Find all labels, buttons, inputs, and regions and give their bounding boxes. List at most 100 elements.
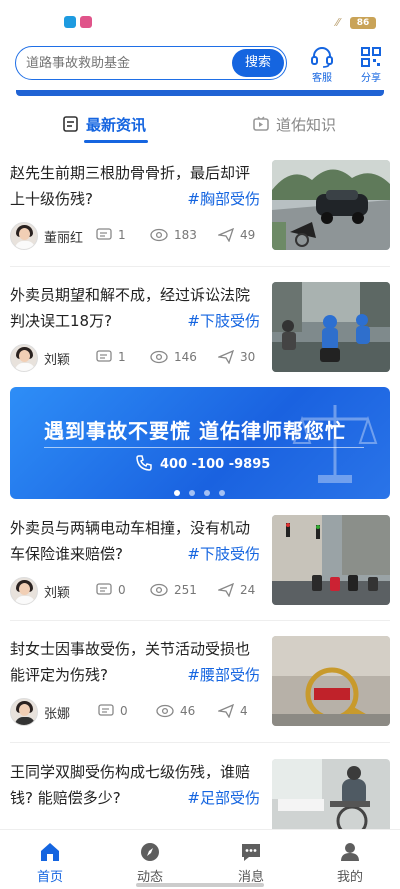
phone-icon	[136, 455, 152, 471]
top-banner-edge	[16, 90, 384, 96]
promo-phone[interactable]: 400 -100 -9895	[136, 455, 270, 472]
divider	[10, 620, 390, 621]
share-count[interactable]: 24	[216, 582, 255, 598]
view-count: 46	[156, 704, 195, 718]
comment-icon	[96, 350, 112, 362]
article-tag[interactable]: #腰部受伤	[187, 662, 260, 688]
message-icon	[242, 844, 260, 861]
share-count[interactable]: 30	[216, 349, 255, 365]
article-tag[interactable]: #足部受伤	[187, 785, 260, 811]
promo-banner[interactable]: 遇到事故不要慌 道佑律师帮您忙 400 -100 -9895	[10, 387, 390, 499]
article-item[interactable]: 封女士因事故受伤，关节活动受损也能评定为伤残? #腰部受伤 张娜 0 46 4	[0, 636, 400, 748]
header: 搜索 客服 分享	[0, 38, 400, 90]
tab-messages[interactable]: 消息	[221, 842, 281, 885]
home-indicator	[136, 883, 264, 887]
tab-feed[interactable]: 动态	[120, 842, 180, 885]
article-title: 王同学双脚受伤构成七级伤残，谁赔钱? 能赔偿多少? #足部受伤	[10, 759, 260, 811]
share-count[interactable]: 49	[216, 227, 255, 243]
article-title: 外卖员与两辆电动车相撞，没有机动车保险谁来赔偿? #下肢受伤	[10, 515, 260, 567]
article-title: 封女士因事故受伤，关节活动受损也能评定为伤残? #腰部受伤	[10, 636, 260, 688]
divider	[10, 742, 390, 743]
video-icon	[253, 116, 269, 131]
compass-icon	[141, 843, 159, 861]
article-meta: 刘颖 1 146 30	[10, 344, 265, 372]
article-meta: 张娜 0 46 4	[10, 698, 265, 726]
author-name: 张娜	[44, 707, 71, 722]
comment-icon	[96, 228, 112, 240]
promo-divider	[44, 447, 364, 448]
carousel-dots	[174, 481, 234, 499]
author-name: 董丽红	[44, 231, 84, 246]
share-button[interactable]: 分享	[351, 46, 391, 84]
view-count: 146	[150, 350, 197, 364]
tab-knowledge[interactable]: 道佑知识	[252, 114, 336, 135]
article-thumbnail	[272, 282, 390, 372]
view-count: 183	[150, 228, 197, 242]
tab-knowledge-label: 道佑知识	[276, 116, 337, 134]
tab-profile[interactable]: 我的	[320, 842, 380, 885]
battery-indicator: 86	[350, 17, 376, 29]
divider	[10, 266, 390, 267]
eye-icon	[150, 350, 168, 364]
author-name: 刘颖	[44, 586, 71, 601]
article-tag[interactable]: #胸部受伤	[187, 186, 260, 212]
headset-icon	[311, 47, 333, 68]
send-icon	[216, 582, 235, 598]
avatar	[10, 698, 38, 726]
carousel-dot[interactable]	[219, 490, 225, 496]
carousel-dot[interactable]	[174, 490, 180, 496]
comment-count[interactable]: 1	[96, 350, 126, 364]
article-item[interactable]: 外卖员与两辆电动车相撞，没有机动车保险谁来赔偿? #下肢受伤 刘颖 0 251 2…	[0, 515, 400, 627]
document-icon	[63, 116, 78, 132]
promo-title: 遇到事故不要慌 道佑律师帮您忙	[44, 419, 346, 443]
tab-latest-news[interactable]: 最新资讯	[62, 114, 146, 135]
search-button[interactable]: 搜索	[232, 49, 284, 77]
eye-icon	[150, 583, 168, 597]
avatar	[10, 344, 38, 372]
article-title: 赵先生前期三根肋骨骨折，最后却评上十级伤残? #胸部受伤	[10, 160, 260, 212]
article-item[interactable]: 外卖员期望和解不成，经过诉讼法院判决误工18万? #下肢受伤 刘颖 1 146 3…	[0, 282, 400, 394]
article-title: 外卖员期望和解不成，经过诉讼法院判决误工18万? #下肢受伤	[10, 282, 260, 334]
content-tabs: 最新资讯 道佑知识	[0, 110, 400, 146]
share-count[interactable]: 4	[216, 703, 248, 719]
search-bar[interactable]: 搜索	[15, 46, 287, 80]
app-notification-icon	[64, 16, 76, 28]
comment-count[interactable]: 0	[96, 583, 126, 597]
promo-phone-number: 400 -100 -9895	[160, 457, 271, 472]
author-name: 刘颖	[44, 353, 71, 368]
article-tag[interactable]: #下肢受伤	[187, 308, 260, 334]
active-tab-indicator	[84, 140, 148, 143]
eye-icon	[150, 228, 168, 242]
home-icon	[41, 843, 59, 861]
send-icon	[216, 349, 235, 365]
avatar	[10, 222, 38, 250]
tab-profile-label: 我的	[336, 870, 363, 885]
avatar	[10, 577, 38, 605]
send-icon	[216, 227, 235, 243]
search-input[interactable]	[26, 53, 226, 73]
customer-service-button[interactable]: 客服	[302, 46, 342, 84]
carousel-dot[interactable]	[189, 490, 195, 496]
comment-count[interactable]: 1	[96, 228, 126, 242]
customer-service-label: 客服	[312, 73, 332, 84]
eye-icon	[156, 704, 174, 718]
article-thumbnail	[272, 515, 390, 605]
article-item[interactable]: 赵先生前期三根肋骨骨折，最后却评上十级伤残? #胸部受伤 董丽红 1 183 49	[0, 160, 400, 272]
article-meta: 董丽红 1 183 49	[10, 222, 265, 250]
signal-icon: ⁄⁄	[336, 16, 340, 29]
article-tag[interactable]: #下肢受伤	[187, 541, 260, 567]
comment-icon	[96, 583, 112, 595]
tab-home-label: 首页	[36, 870, 63, 885]
share-label: 分享	[361, 73, 381, 84]
comment-count[interactable]: 0	[98, 704, 128, 718]
send-icon	[216, 703, 235, 719]
article-thumbnail	[272, 160, 390, 250]
tab-home[interactable]: 首页	[20, 842, 80, 885]
carousel-dot[interactable]	[204, 490, 210, 496]
user-icon	[341, 843, 359, 861]
article-meta: 刘颖 0 251 24	[10, 577, 265, 605]
status-bar: ⁄⁄ 86	[0, 0, 400, 38]
view-count: 251	[150, 583, 197, 597]
comment-icon	[98, 704, 114, 716]
app-notification-icon	[80, 16, 92, 28]
